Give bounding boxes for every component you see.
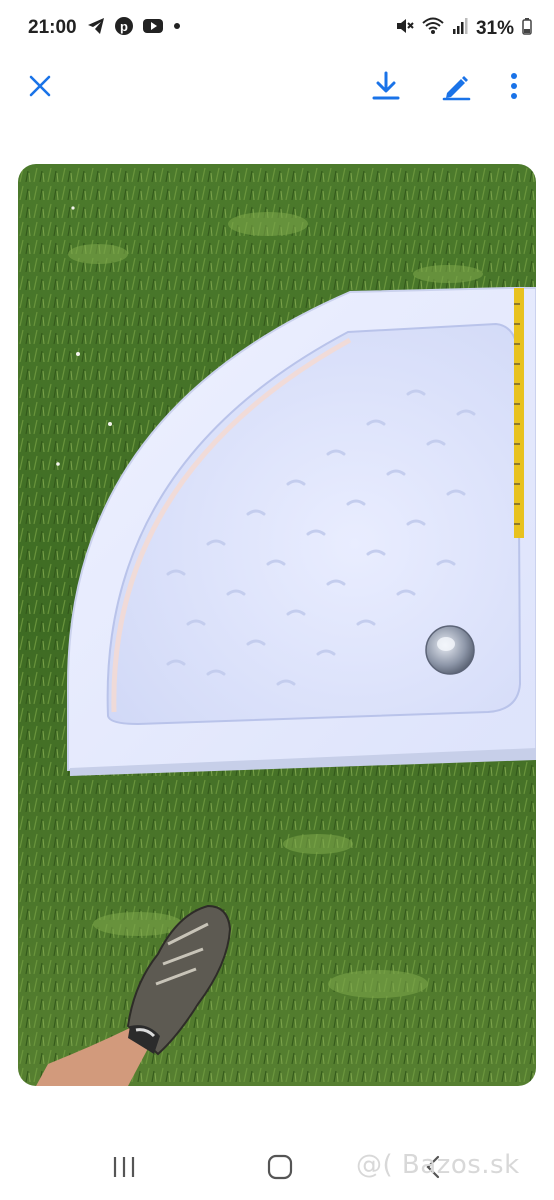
svg-text:p: p xyxy=(120,19,128,34)
shower-tray-photo xyxy=(18,164,536,1086)
download-icon xyxy=(371,70,401,107)
home-icon xyxy=(266,1154,294,1184)
watermark-text: @( Bazos.sk xyxy=(356,1150,520,1180)
home-button[interactable] xyxy=(266,1154,294,1185)
download-button[interactable] xyxy=(366,68,406,108)
system-icons: 31% xyxy=(394,16,532,42)
wifi-icon xyxy=(422,16,444,42)
mute-icon xyxy=(394,16,414,42)
pinterest-icon: p xyxy=(114,16,134,42)
edit-button[interactable] xyxy=(436,68,476,108)
recent-apps-button[interactable] xyxy=(110,1154,138,1185)
status-time: 21:00 xyxy=(28,17,77,38)
photo-view[interactable] xyxy=(18,164,536,1086)
more-options-button[interactable] xyxy=(494,68,534,108)
youtube-icon xyxy=(142,16,164,42)
close-button[interactable] xyxy=(20,68,60,108)
status-bar: 21:00 p 31% xyxy=(0,0,554,58)
battery-icon xyxy=(522,16,532,42)
viewer-toolbar xyxy=(0,58,554,118)
edit-icon xyxy=(441,71,471,106)
telegram-icon xyxy=(86,16,106,42)
more-icon xyxy=(509,71,519,106)
battery-percent: 31% xyxy=(475,18,514,39)
recent-apps-icon xyxy=(110,1157,138,1184)
notification-icons: p xyxy=(86,16,182,42)
close-icon xyxy=(28,74,52,103)
notification-dot-icon xyxy=(172,16,182,42)
signal-icon xyxy=(452,16,468,42)
